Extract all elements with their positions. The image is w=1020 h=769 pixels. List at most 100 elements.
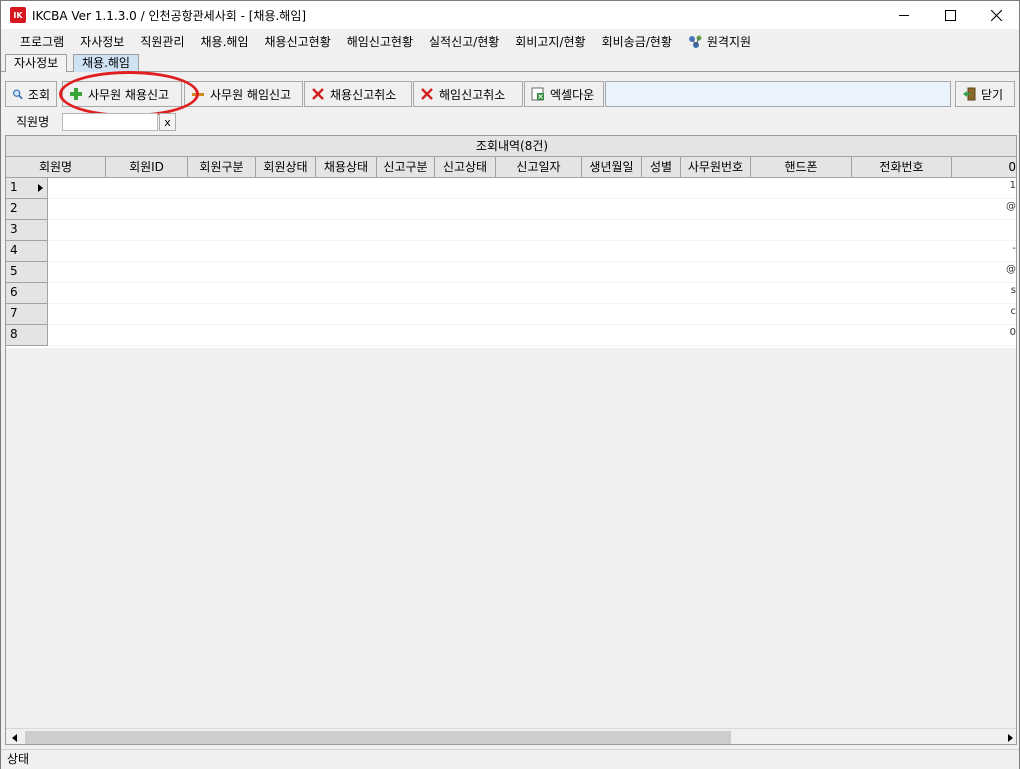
- menu-dismiss-report-status[interactable]: 해임신고현황: [339, 32, 421, 52]
- cancel-x-icon: [312, 88, 324, 100]
- menu-staff-management[interactable]: 직원관리: [132, 32, 192, 52]
- scroll-thumb[interactable]: [25, 731, 731, 744]
- col-member-status[interactable]: 회원상태: [256, 157, 316, 178]
- scroll-left-button[interactable]: [6, 729, 23, 744]
- title-bar: IK IKCBA Ver 1.1.3.0 / 인천공항관세사회 - [채용.해임…: [1, 1, 1019, 29]
- hire-report-cancel-button[interactable]: 채용신고취소: [304, 81, 412, 107]
- status-bar: 상태: [1, 749, 1019, 769]
- col-report-date[interactable]: 신고일자: [496, 157, 582, 178]
- row-cut-value: s: [1010, 285, 1016, 296]
- row-cut-value: 0: [1009, 327, 1016, 338]
- col-gender[interactable]: 성별: [642, 157, 681, 178]
- col-member-name[interactable]: 회원명: [6, 157, 106, 178]
- menu-performance-report[interactable]: 실적신고/현황: [421, 32, 507, 52]
- minimize-icon: [898, 14, 909, 16]
- excel-download-label: 엑셀다운: [550, 87, 595, 102]
- search-button-label: 조회: [27, 87, 50, 102]
- window-controls: [881, 1, 1019, 29]
- cancel-x-icon: [421, 88, 433, 100]
- menu-bar: 프로그램 자사정보 직원관리 채용.해임 채용신고현황 해임신고현황 실적신고/…: [1, 31, 1019, 53]
- table-row[interactable]: 4 -: [6, 241, 1016, 262]
- table-row[interactable]: 8 0: [6, 325, 1016, 346]
- close-screen-label: 닫기: [981, 87, 1004, 102]
- dismiss-report-cancel-label: 해임신고취소: [439, 87, 506, 102]
- tab-company-info[interactable]: 자사정보: [5, 54, 68, 72]
- exit-door-icon: [963, 87, 976, 101]
- results-grid: 조회내역(8건) 회원명 회원ID 회원구분 회원상태 채용상태 신고구분 신고…: [5, 135, 1017, 745]
- hire-report-cancel-label: 채용신고취소: [330, 87, 397, 102]
- col-report-status[interactable]: 신고상태: [435, 157, 496, 178]
- row-number: 6: [6, 283, 48, 304]
- hire-report-button[interactable]: 사무원 채용신고: [62, 81, 182, 107]
- menu-hire-report-status[interactable]: 채용신고현황: [257, 32, 339, 52]
- dismiss-report-cancel-button[interactable]: 해임신고취소: [413, 81, 523, 107]
- col-member-type[interactable]: 회원구분: [188, 157, 256, 178]
- close-button[interactable]: [973, 1, 1019, 29]
- window-title: IKCBA Ver 1.1.3.0 / 인천공항관세사회 - [채용.해임]: [32, 8, 307, 23]
- menu-remote-support[interactable]: 원격지원: [680, 32, 759, 52]
- dismiss-report-button[interactable]: 사무원 해임신고: [184, 81, 303, 107]
- col-phone[interactable]: 전화번호: [852, 157, 952, 178]
- scroll-right-button[interactable]: [1001, 729, 1016, 744]
- table-row[interactable]: 6 s: [6, 283, 1016, 304]
- table-row[interactable]: 5 @: [6, 262, 1016, 283]
- row-number: 3: [6, 220, 48, 241]
- row-cut-value: @: [1006, 201, 1016, 212]
- plus-icon: [70, 88, 82, 100]
- col-birth-date[interactable]: 생년월일: [582, 157, 642, 178]
- excel-download-button[interactable]: 엑셀다운: [524, 81, 604, 107]
- row-number: 7: [6, 304, 48, 325]
- hire-report-button-label: 사무원 채용신고: [88, 87, 170, 102]
- row-number: 2: [6, 199, 48, 220]
- menu-program[interactable]: 프로그램: [12, 32, 72, 52]
- horizontal-scrollbar[interactable]: [6, 728, 1016, 744]
- mdi-tab-strip: 자사정보 채용.해임: [1, 53, 1019, 72]
- search-icon: [13, 89, 23, 100]
- close-screen-button[interactable]: 닫기: [955, 81, 1015, 107]
- row-cut-value: @: [1006, 264, 1016, 275]
- employee-name-input[interactable]: [62, 113, 158, 131]
- remote-support-icon: [688, 35, 702, 48]
- employee-name-label: 직원명: [16, 115, 50, 129]
- grid-caption: 조회내역(8건): [6, 136, 1016, 157]
- app-window: IK IKCBA Ver 1.1.3.0 / 인천공항관세사회 - [채용.해임…: [0, 0, 1020, 769]
- dismiss-report-button-label: 사무원 해임신고: [210, 87, 292, 102]
- close-icon: [990, 9, 1002, 21]
- col-report-type[interactable]: 신고구분: [377, 157, 435, 178]
- status-label: 상태: [7, 752, 30, 766]
- row-cut-value: -: [1012, 243, 1016, 254]
- table-row[interactable]: 3: [6, 220, 1016, 241]
- app-logo-icon: IK: [10, 7, 26, 23]
- search-button[interactable]: 조회: [5, 81, 57, 107]
- grid-header: 회원명 회원ID 회원구분 회원상태 채용상태 신고구분 신고상태 신고일자 생…: [6, 157, 1016, 178]
- tab-hire-dismiss[interactable]: 채용.해임: [73, 54, 139, 72]
- current-row-indicator-icon: [38, 184, 43, 192]
- col-hire-status[interactable]: 채용상태: [316, 157, 377, 178]
- minimize-button[interactable]: [881, 1, 927, 29]
- excel-icon: [531, 87, 544, 101]
- menu-fee-remittance[interactable]: 회비송금/현황: [594, 32, 680, 52]
- row-cut-value: 1: [1009, 180, 1016, 191]
- row-number: 8: [6, 325, 48, 346]
- row-number: 4: [6, 241, 48, 262]
- table-row[interactable]: 7 c: [6, 304, 1017, 325]
- menu-remote-support-label: 원격지원: [706, 35, 752, 49]
- maximize-button[interactable]: [927, 1, 973, 29]
- col-member-id[interactable]: 회원ID: [106, 157, 188, 178]
- col-clerk-number[interactable]: 사무원번호: [681, 157, 751, 178]
- maximize-icon: [944, 9, 956, 21]
- minus-icon: [192, 93, 204, 96]
- table-row[interactable]: 1 1: [6, 178, 1016, 199]
- menu-hire-dismiss[interactable]: 채용.해임: [193, 32, 257, 52]
- row-cut-value: c: [1010, 306, 1017, 317]
- table-row[interactable]: 2 @: [6, 199, 1016, 220]
- arrow-right-icon: [1007, 733, 1013, 742]
- toolbar: 조회 사무원 채용신고 사무원 해임신고 채용신고취소 해임신고취소 엑셀다운 …: [1, 81, 1019, 107]
- clear-search-button[interactable]: x: [159, 113, 176, 131]
- col-mobile[interactable]: 핸드폰: [751, 157, 852, 178]
- toolbar-spacer: [605, 81, 951, 107]
- col-truncated[interactable]: 0: [952, 157, 1016, 178]
- menu-company-info[interactable]: 자사정보: [72, 32, 132, 52]
- grid-body: 1 1 2 @ 3 4 - 5 @ 6 s 7 c 8 0: [6, 178, 1017, 348]
- menu-fee-notice[interactable]: 회비고지/현황: [507, 32, 593, 52]
